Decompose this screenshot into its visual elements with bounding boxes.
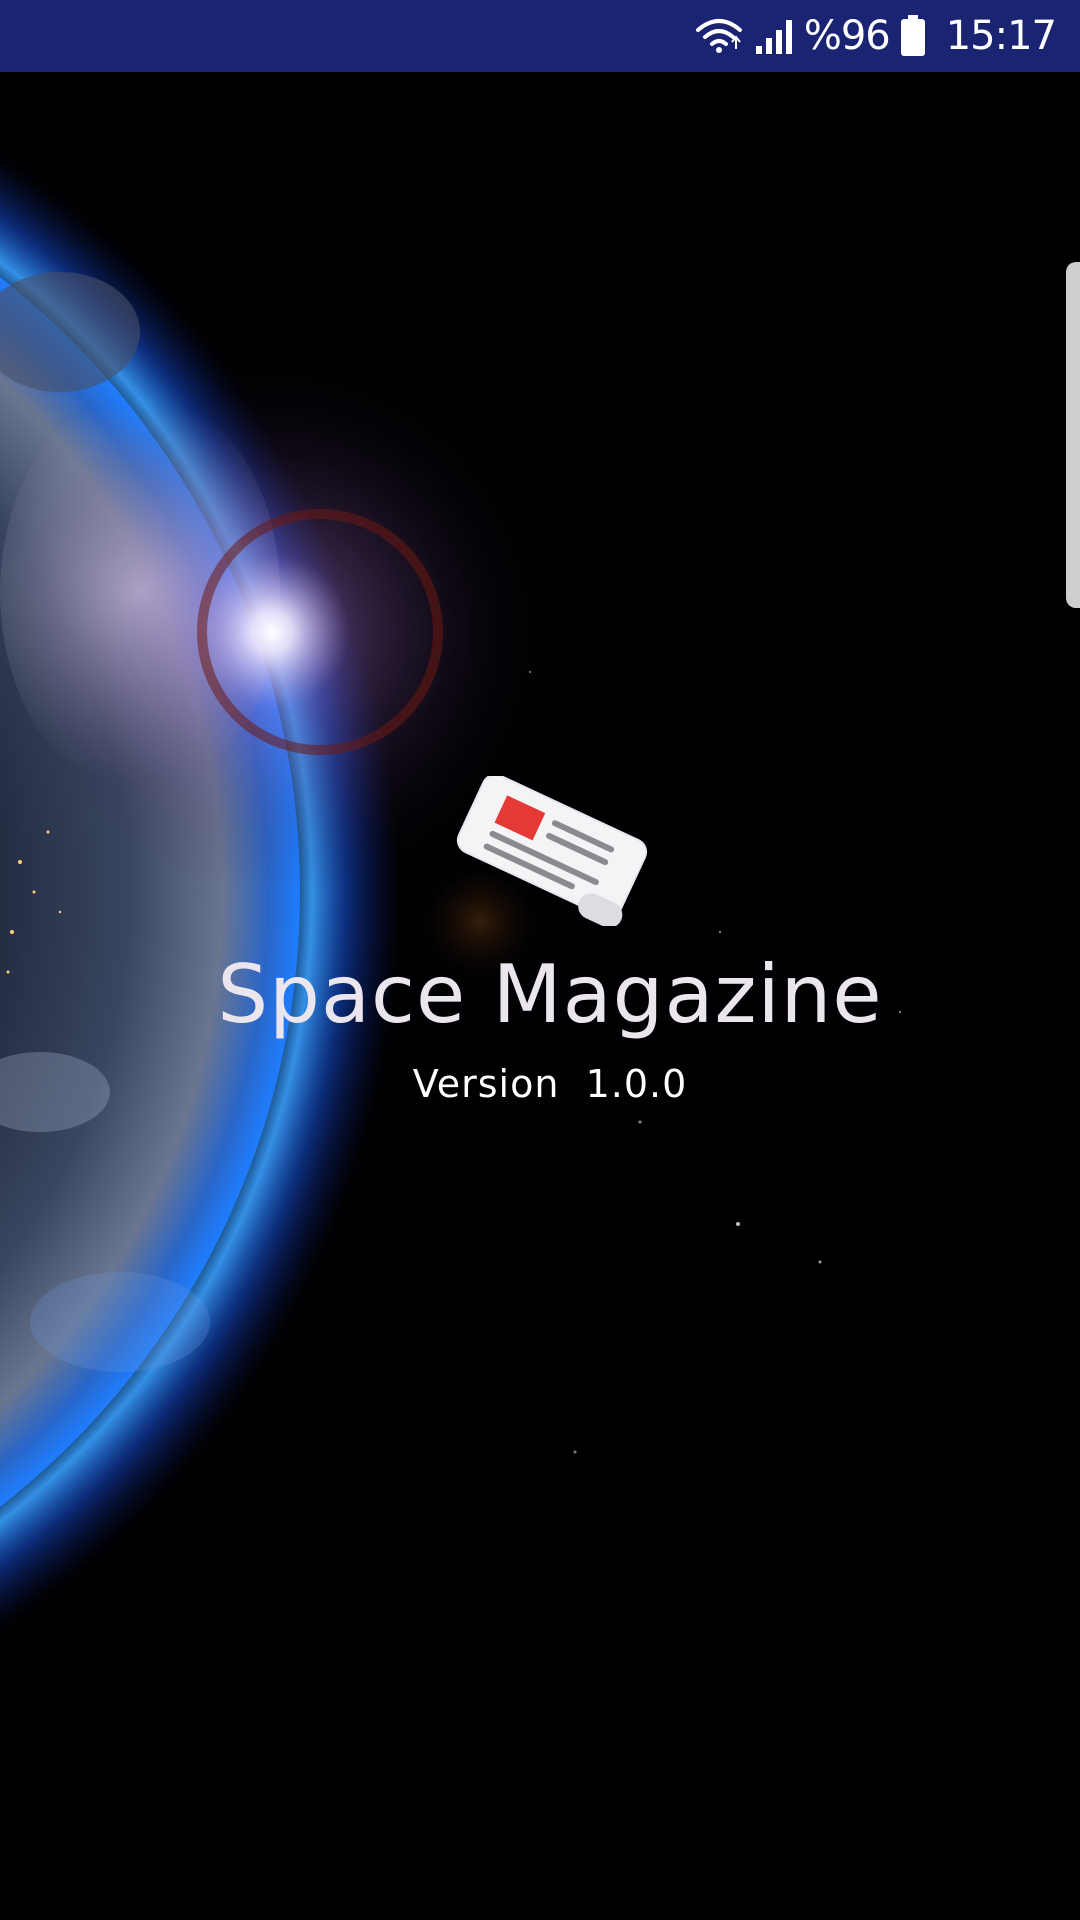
wifi-icon — [694, 16, 744, 56]
version-number: 1.0.0 — [585, 1062, 688, 1106]
signal-icon — [754, 16, 794, 56]
status-icons: %96 15:17 — [694, 0, 1057, 72]
clock: 15:17 — [945, 13, 1057, 59]
newspaper-icon — [448, 773, 658, 928]
version-info: Version 1.0.0 — [0, 1062, 1080, 1106]
version-label: Version — [412, 1062, 560, 1106]
splash-screen: %96 15:17 Space Magazine Version 1.0.0 — [0, 0, 1080, 1920]
battery-icon — [900, 15, 926, 57]
status-bar: %96 15:17 — [0, 0, 1080, 72]
edge-panel-handle[interactable] — [1066, 262, 1080, 608]
splash-content: Space Magazine Version 1.0.0 — [0, 760, 1080, 1120]
app-title: Space Magazine — [217, 948, 883, 1041]
battery-percent: %96 — [803, 13, 891, 59]
